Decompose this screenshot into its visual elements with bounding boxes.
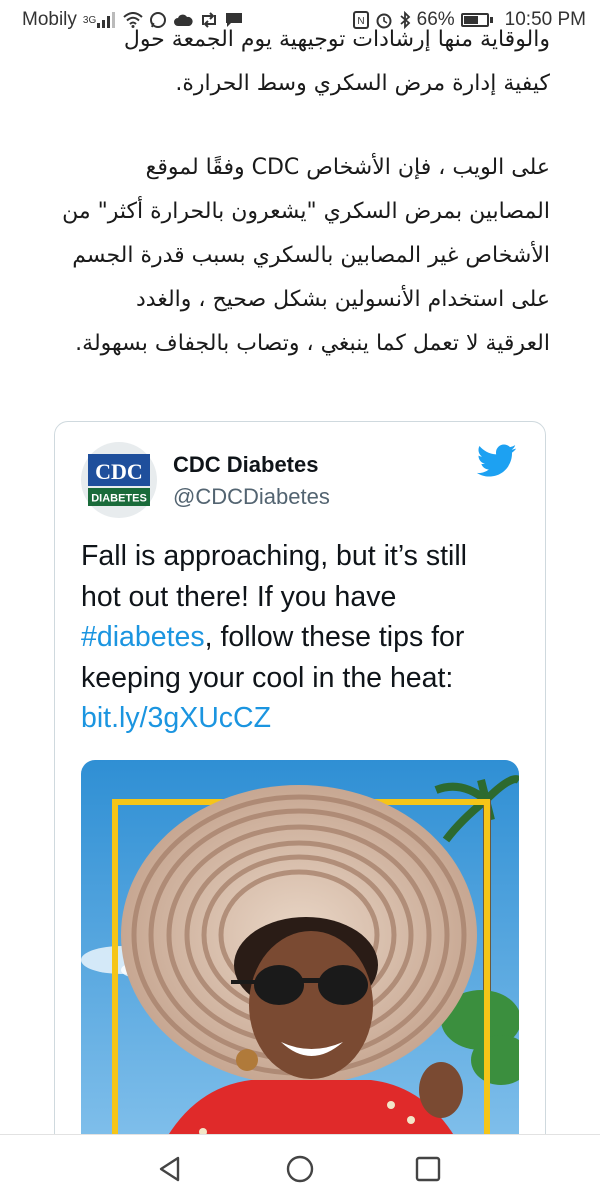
short-link[interactable]: bit.ly/3gXUcCZ xyxy=(81,698,531,739)
svg-text:DIABETES: DIABETES xyxy=(91,493,147,505)
article-line: على الويب ، فإن الأشخاص CDC وفقًا لموقع xyxy=(145,155,550,180)
article-body: والوقاية منها إرشادات توجيهية يوم الجمعة… xyxy=(40,18,550,366)
tweet-text-fragment: , follow these tips for xyxy=(204,621,465,653)
media-photo xyxy=(81,760,519,1180)
embedded-tweet[interactable]: CDC DIABETES CDC Diabetes @CDCDiabetes F… xyxy=(54,421,546,1181)
article-line: على استخدام الأنسولين بشكل صحيح ، والغدد xyxy=(135,287,550,312)
article-line: المصابين بمرض السكري "يشعرون بالحرارة أك… xyxy=(62,199,550,224)
tweet-media-image[interactable] xyxy=(81,760,519,1180)
tweet-text-line: Fall is approaching, but it’s still xyxy=(81,540,467,572)
article-line: كيفية إدارة مرض السكري وسط الحرارة. xyxy=(175,71,550,96)
display-name[interactable]: CDC Diabetes xyxy=(173,452,330,478)
article-paragraph-1: والوقاية منها إرشادات توجيهية يوم الجمعة… xyxy=(40,18,550,106)
article-paragraph-2: على الويب ، فإن الأشخاص CDC وفقًا لموقع … xyxy=(40,146,550,366)
twitter-bird-icon[interactable] xyxy=(476,444,517,482)
avatar[interactable]: CDC DIABETES xyxy=(81,442,157,518)
hashtag-link[interactable]: #diabetes xyxy=(81,621,205,653)
article-line: الأشخاص غير المصابين بالسكري بسبب قدرة ا… xyxy=(72,243,550,268)
back-triangle-icon[interactable] xyxy=(150,1149,190,1189)
svg-text:CDC: CDC xyxy=(95,459,143,484)
tweet-text-line: keeping your cool in the heat: xyxy=(81,661,454,694)
user-handle[interactable]: @CDCDiabetes xyxy=(173,484,330,510)
article-line: والوقاية منها إرشادات توجيهية يوم الجمعة… xyxy=(123,27,550,52)
tweet-text: Fall is approaching, but it’s still hot … xyxy=(81,536,531,739)
tweet-author[interactable]: CDC Diabetes @CDCDiabetes xyxy=(173,452,330,510)
tweet-header: CDC DIABETES CDC Diabetes @CDCDiabetes xyxy=(81,442,525,522)
recents-square-icon[interactable] xyxy=(408,1149,448,1189)
tweet-text-line: #diabetes, follow these tips for xyxy=(81,617,531,658)
tweet-text-line: hot out there! If you have xyxy=(81,580,397,613)
system-navigation-bar xyxy=(0,1134,600,1200)
home-circle-icon[interactable] xyxy=(280,1149,320,1189)
article-line: العرقية لا تعمل كما ينبغي ، وتصاب بالجفا… xyxy=(75,331,550,356)
